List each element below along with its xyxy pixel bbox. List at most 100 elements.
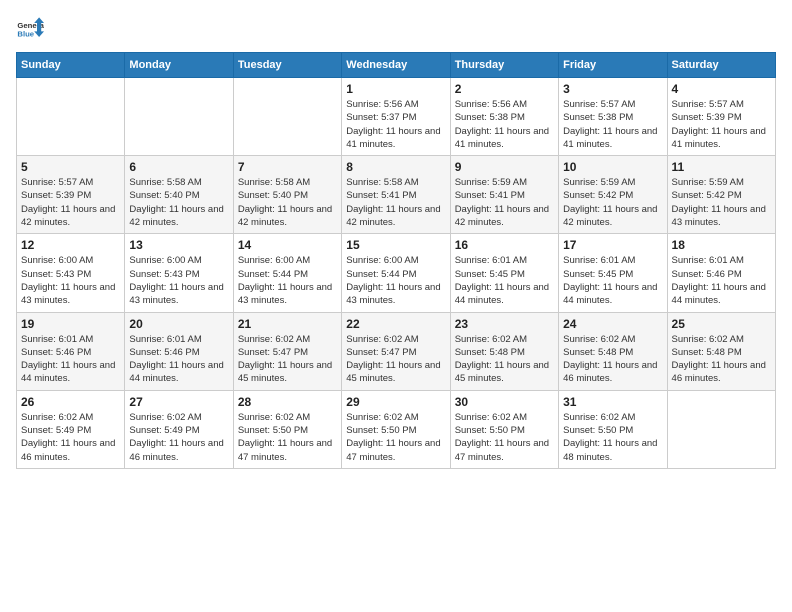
calendar-week-row: 1Sunrise: 5:56 AM Sunset: 5:37 PM Daylig… [17, 78, 776, 156]
day-info: Sunrise: 6:00 AM Sunset: 5:43 PM Dayligh… [129, 254, 228, 307]
calendar-cell: 6 Sunrise: 5:58 AM Sunset: 5:40 PM Daylig… [125, 156, 233, 234]
day-number: 6 [129, 160, 228, 174]
calendar-cell: 21 Sunrise: 6:02 AM Sunset: 5:47 PM Dayli… [233, 312, 341, 390]
calendar-cell: 23Sunrise: 6:02 AM Sunset: 5:48 PM Dayli… [450, 312, 558, 390]
calendar-cell: 8Sunrise: 5:58 AM Sunset: 5:41 PM Daylig… [342, 156, 450, 234]
day-number: 23 [455, 317, 554, 331]
day-info: Sunrise: 6:02 AM Sunset: 5:50 PM Dayligh… [455, 411, 554, 464]
day-number: 28 [238, 395, 337, 409]
day-info: Sunrise: 6:02 AM Sunset: 5:48 PM Dayligh… [672, 333, 771, 386]
calendar-cell [667, 390, 775, 468]
day-number: 20 [129, 317, 228, 331]
calendar-cell [233, 78, 341, 156]
calendar-cell: 24 Sunrise: 6:02 AM Sunset: 5:48 PM Dayli… [559, 312, 667, 390]
calendar-cell: 26 Sunrise: 6:02 AM Sunset: 5:49 PM Dayli… [17, 390, 125, 468]
weekday-header: Friday [559, 53, 667, 78]
day-number: 15 [346, 238, 445, 252]
calendar-cell: 25 Sunrise: 6:02 AM Sunset: 5:48 PM Dayli… [667, 312, 775, 390]
day-info: Sunrise: 5:57 AM Sunset: 5:39 PM Dayligh… [672, 98, 771, 151]
day-number: 2 [455, 82, 554, 96]
calendar-cell [125, 78, 233, 156]
day-number: 16 [455, 238, 554, 252]
weekday-header: Sunday [17, 53, 125, 78]
calendar-cell: 22 Sunrise: 6:02 AM Sunset: 5:47 PM Dayli… [342, 312, 450, 390]
calendar-cell: 18Sunrise: 6:01 AM Sunset: 5:46 PM Dayli… [667, 234, 775, 312]
day-info: Sunrise: 6:02 AM Sunset: 5:49 PM Dayligh… [21, 411, 120, 464]
day-info: Sunrise: 5:58 AM Sunset: 5:40 PM Dayligh… [238, 176, 337, 229]
day-number: 26 [21, 395, 120, 409]
day-number: 21 [238, 317, 337, 331]
day-info: Sunrise: 6:02 AM Sunset: 5:47 PM Dayligh… [238, 333, 337, 386]
calendar-cell: 30 Sunrise: 6:02 AM Sunset: 5:50 PM Dayli… [450, 390, 558, 468]
calendar-cell: 10 Sunrise: 5:59 AM Sunset: 5:42 PM Dayli… [559, 156, 667, 234]
calendar-cell: 13 Sunrise: 6:00 AM Sunset: 5:43 PM Dayli… [125, 234, 233, 312]
calendar-cell: 11Sunrise: 5:59 AM Sunset: 5:42 PM Dayli… [667, 156, 775, 234]
calendar-cell: 20Sunrise: 6:01 AM Sunset: 5:46 PM Dayli… [125, 312, 233, 390]
day-info: Sunrise: 5:56 AM Sunset: 5:38 PM Dayligh… [455, 98, 554, 151]
day-info: Sunrise: 5:58 AM Sunset: 5:40 PM Dayligh… [129, 176, 228, 229]
day-number: 13 [129, 238, 228, 252]
weekday-header: Wednesday [342, 53, 450, 78]
calendar-cell: 1Sunrise: 5:56 AM Sunset: 5:37 PM Daylig… [342, 78, 450, 156]
calendar-cell: 9 Sunrise: 5:59 AM Sunset: 5:41 PM Daylig… [450, 156, 558, 234]
calendar-cell: 12 Sunrise: 6:00 AM Sunset: 5:43 PM Dayli… [17, 234, 125, 312]
day-number: 30 [455, 395, 554, 409]
calendar-week-row: 26 Sunrise: 6:02 AM Sunset: 5:49 PM Dayli… [17, 390, 776, 468]
day-number: 31 [563, 395, 662, 409]
calendar-cell: 28 Sunrise: 6:02 AM Sunset: 5:50 PM Dayli… [233, 390, 341, 468]
calendar-cell: 17Sunrise: 6:01 AM Sunset: 5:45 PM Dayli… [559, 234, 667, 312]
day-info: Sunrise: 5:59 AM Sunset: 5:42 PM Dayligh… [563, 176, 662, 229]
calendar-week-row: 12 Sunrise: 6:00 AM Sunset: 5:43 PM Dayli… [17, 234, 776, 312]
day-number: 19 [21, 317, 120, 331]
calendar-cell: 3Sunrise: 5:57 AM Sunset: 5:38 PM Daylig… [559, 78, 667, 156]
day-number: 17 [563, 238, 662, 252]
day-info: Sunrise: 6:02 AM Sunset: 5:50 PM Dayligh… [346, 411, 445, 464]
calendar-cell: 7 Sunrise: 5:58 AM Sunset: 5:40 PM Daylig… [233, 156, 341, 234]
logo: GeneralBlue [16, 16, 44, 44]
day-number: 4 [672, 82, 771, 96]
calendar-cell: 15 Sunrise: 6:00 AM Sunset: 5:44 PM Dayli… [342, 234, 450, 312]
day-number: 27 [129, 395, 228, 409]
day-number: 12 [21, 238, 120, 252]
day-info: Sunrise: 5:56 AM Sunset: 5:37 PM Dayligh… [346, 98, 445, 151]
day-info: Sunrise: 6:02 AM Sunset: 5:50 PM Dayligh… [238, 411, 337, 464]
day-number: 25 [672, 317, 771, 331]
calendar-cell: 16 Sunrise: 6:01 AM Sunset: 5:45 PM Dayli… [450, 234, 558, 312]
day-number: 29 [346, 395, 445, 409]
day-info: Sunrise: 5:59 AM Sunset: 5:41 PM Dayligh… [455, 176, 554, 229]
calendar-cell: 27 Sunrise: 6:02 AM Sunset: 5:49 PM Dayli… [125, 390, 233, 468]
day-number: 24 [563, 317, 662, 331]
svg-text:Blue: Blue [17, 29, 34, 38]
day-info: Sunrise: 6:02 AM Sunset: 5:47 PM Dayligh… [346, 333, 445, 386]
calendar-cell: 4 Sunrise: 5:57 AM Sunset: 5:39 PM Daylig… [667, 78, 775, 156]
calendar-cell: 2 Sunrise: 5:56 AM Sunset: 5:38 PM Daylig… [450, 78, 558, 156]
calendar-cell [17, 78, 125, 156]
day-info: Sunrise: 6:01 AM Sunset: 5:45 PM Dayligh… [455, 254, 554, 307]
weekday-header: Thursday [450, 53, 558, 78]
calendar-cell: 31Sunrise: 6:02 AM Sunset: 5:50 PM Dayli… [559, 390, 667, 468]
weekday-header: Saturday [667, 53, 775, 78]
weekday-header: Tuesday [233, 53, 341, 78]
calendar-cell: 14Sunrise: 6:00 AM Sunset: 5:44 PM Dayli… [233, 234, 341, 312]
day-number: 7 [238, 160, 337, 174]
day-number: 5 [21, 160, 120, 174]
day-info: Sunrise: 5:59 AM Sunset: 5:42 PM Dayligh… [672, 176, 771, 229]
day-info: Sunrise: 6:02 AM Sunset: 5:48 PM Dayligh… [563, 333, 662, 386]
day-info: Sunrise: 5:57 AM Sunset: 5:39 PM Dayligh… [21, 176, 120, 229]
logo-icon: GeneralBlue [16, 16, 44, 44]
calendar-cell: 29 Sunrise: 6:02 AM Sunset: 5:50 PM Dayli… [342, 390, 450, 468]
day-number: 22 [346, 317, 445, 331]
day-info: Sunrise: 6:01 AM Sunset: 5:46 PM Dayligh… [672, 254, 771, 307]
day-info: Sunrise: 6:00 AM Sunset: 5:43 PM Dayligh… [21, 254, 120, 307]
day-info: Sunrise: 6:02 AM Sunset: 5:49 PM Dayligh… [129, 411, 228, 464]
day-number: 10 [563, 160, 662, 174]
calendar-cell: 5 Sunrise: 5:57 AM Sunset: 5:39 PM Daylig… [17, 156, 125, 234]
day-number: 8 [346, 160, 445, 174]
header: GeneralBlue [16, 16, 776, 44]
day-info: Sunrise: 6:00 AM Sunset: 5:44 PM Dayligh… [238, 254, 337, 307]
day-info: Sunrise: 6:00 AM Sunset: 5:44 PM Dayligh… [346, 254, 445, 307]
calendar: SundayMondayTuesdayWednesdayThursdayFrid… [16, 52, 776, 469]
calendar-week-row: 5 Sunrise: 5:57 AM Sunset: 5:39 PM Daylig… [17, 156, 776, 234]
day-number: 9 [455, 160, 554, 174]
weekday-header-row: SundayMondayTuesdayWednesdayThursdayFrid… [17, 53, 776, 78]
